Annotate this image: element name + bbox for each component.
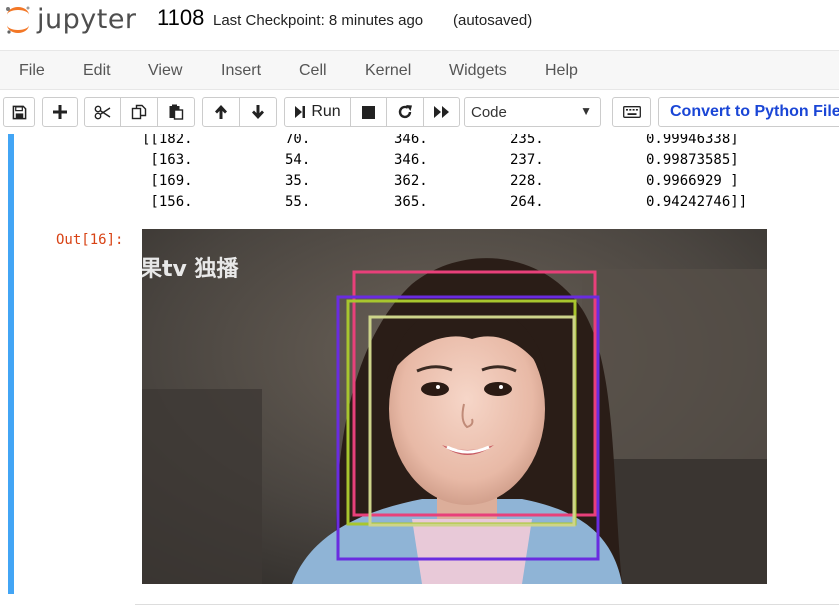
floppy-disk-icon xyxy=(12,105,26,119)
watermark: 果tv 独播 xyxy=(142,257,240,282)
output-image: 果tv 独播 xyxy=(142,229,767,584)
array-value: 35. xyxy=(285,173,311,189)
jupyter-logo[interactable]: jupyter xyxy=(4,4,144,36)
menu-kernel[interactable]: Kernel xyxy=(365,62,411,80)
jupyter-logo-icon xyxy=(6,6,30,34)
array-value: [[182. xyxy=(142,134,193,147)
array-value: 0.99946338] xyxy=(646,134,739,147)
copy-icon xyxy=(131,104,147,120)
paste-icon xyxy=(169,104,184,120)
restart-button[interactable] xyxy=(386,97,424,127)
svg-text:果tv 独播: 果tv 独播 xyxy=(142,257,240,282)
array-value: 0.99873585] xyxy=(646,152,739,168)
array-row: [[182. 70. 346. 235. 0.99946338] xyxy=(0,134,739,152)
toolbar: Run Code ▼ Convert to Python File xyxy=(0,90,839,134)
notebook-header: jupyter 1108 Last Checkpoint: 8 minutes … xyxy=(0,0,839,50)
array-value: 237. xyxy=(510,152,544,168)
arrow-down-icon xyxy=(252,105,264,119)
run-label: Run xyxy=(311,103,341,120)
array-value: 365. xyxy=(394,194,428,210)
scissors-icon xyxy=(94,105,111,119)
plus-icon xyxy=(53,105,67,119)
convert-to-python-label: Convert to Python File xyxy=(670,103,839,120)
run-button[interactable]: Run xyxy=(284,97,351,127)
array-value: 55. xyxy=(285,194,311,210)
paste-button[interactable] xyxy=(157,97,195,127)
menu-help[interactable]: Help xyxy=(545,62,578,80)
move-up-button[interactable] xyxy=(202,97,240,127)
insert-cell-button[interactable] xyxy=(42,97,78,127)
cell-divider xyxy=(135,604,839,605)
array-value: 362. xyxy=(394,173,428,189)
menu-insert[interactable]: Insert xyxy=(221,62,261,80)
move-down-button[interactable] xyxy=(239,97,277,127)
array-value: 264. xyxy=(510,194,544,210)
array-row: [163. 54. 346. 237. 0.99873585] xyxy=(0,152,738,173)
array-value: 346. xyxy=(394,134,428,147)
menubar: File Edit View Insert Cell Kernel Widget… xyxy=(0,50,839,90)
keyboard-icon xyxy=(622,106,641,118)
array-value: 54. xyxy=(285,152,311,168)
chevron-down-icon: ▼ xyxy=(580,104,592,118)
save-button[interactable] xyxy=(3,97,35,127)
menu-file[interactable]: File xyxy=(19,62,45,80)
cell-type-select[interactable]: Code ▼ xyxy=(464,97,601,127)
array-value: [163. xyxy=(142,152,193,168)
output-prompt: Out[16]: xyxy=(56,232,124,248)
interrupt-button[interactable] xyxy=(350,97,387,127)
menu-edit[interactable]: Edit xyxy=(83,62,111,80)
checkpoint-status: Last Checkpoint: 8 minutes ago xyxy=(213,12,424,29)
array-value: 0.9966929 ] xyxy=(646,173,739,189)
array-value: 346. xyxy=(394,152,428,168)
fast-forward-icon xyxy=(433,106,449,118)
menu-cell[interactable]: Cell xyxy=(299,62,327,80)
copy-button[interactable] xyxy=(120,97,158,127)
array-value: 235. xyxy=(510,134,544,147)
autosave-status: (autosaved) xyxy=(453,12,533,29)
array-value: [156. xyxy=(142,194,193,210)
restart-run-all-button[interactable] xyxy=(423,97,460,127)
array-value: 228. xyxy=(510,173,544,189)
convert-to-python-button[interactable]: Convert to Python File xyxy=(658,97,839,127)
arrow-up-icon xyxy=(215,105,227,119)
command-palette-button[interactable] xyxy=(612,97,651,127)
stop-icon xyxy=(362,105,375,119)
notebook-name[interactable]: 1108 xyxy=(157,5,204,31)
cell-type-value: Code xyxy=(471,104,507,121)
restart-icon xyxy=(398,105,412,119)
array-value: [169. xyxy=(142,173,193,189)
cut-button[interactable] xyxy=(84,97,121,127)
jupyter-logo-text: jupyter xyxy=(37,3,137,35)
menu-view[interactable]: View xyxy=(148,62,182,80)
menu-widgets[interactable]: Widgets xyxy=(449,62,507,80)
step-forward-icon xyxy=(295,106,306,118)
array-row: [156. 55. 365. 264. 0.94242746]] xyxy=(0,194,747,215)
array-row: [169. 35. 362. 228. 0.9966929 ] xyxy=(0,173,738,194)
array-value: 70. xyxy=(285,134,311,147)
array-value: 0.94242746]] xyxy=(646,194,748,210)
notebook-container: [[182. 70. 346. 235. 0.99946338] [163. 5… xyxy=(0,134,839,608)
face-detection-image: 果tv 独播 xyxy=(142,229,767,584)
